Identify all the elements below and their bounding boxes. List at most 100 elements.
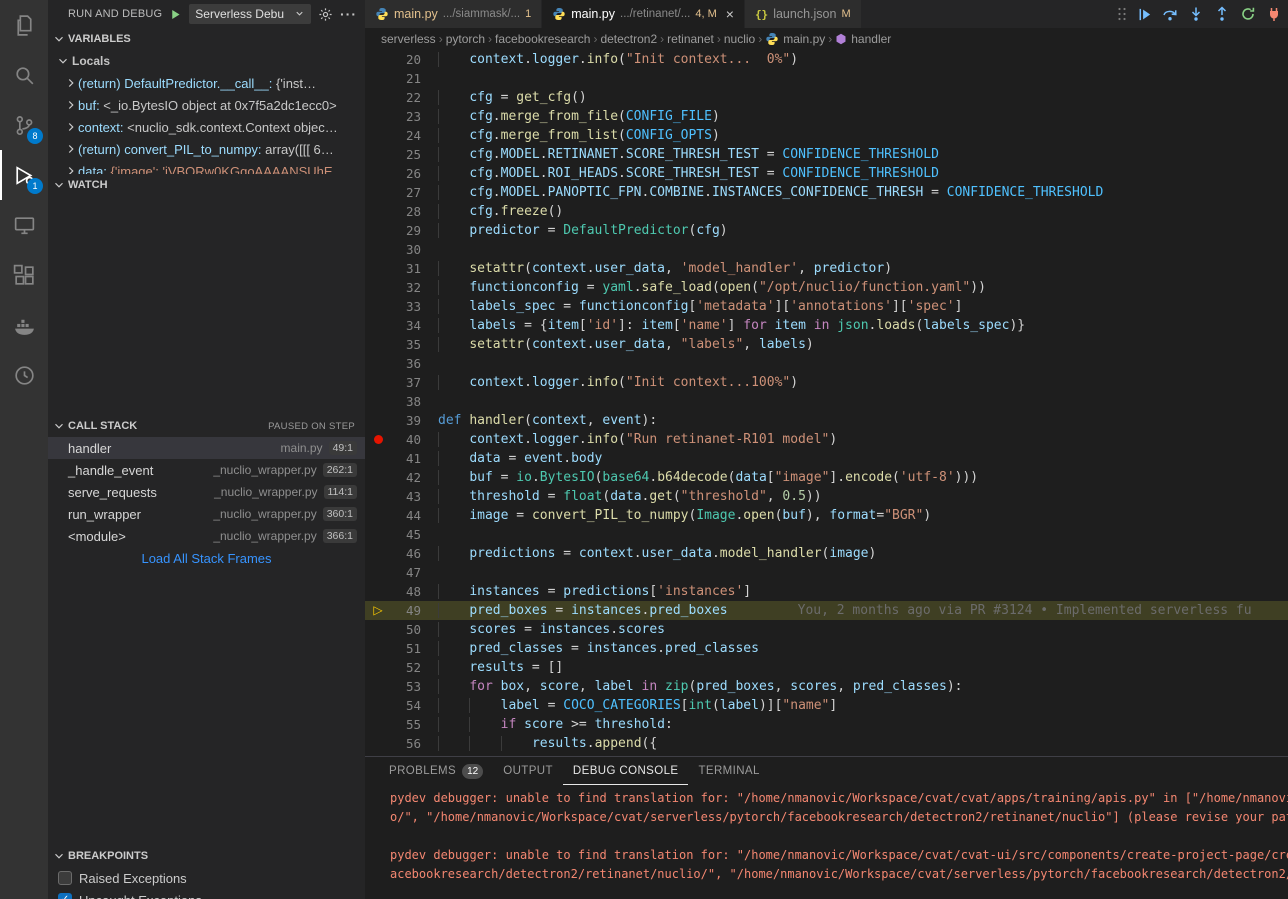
checkbox[interactable]: ✓	[58, 893, 72, 899]
gutter-glyph[interactable]	[365, 677, 391, 696]
breadcrumb-item[interactable]: nuclio	[724, 32, 755, 46]
gutter-glyph[interactable]	[365, 164, 391, 183]
gutter-glyph[interactable]	[365, 126, 391, 145]
gutter-glyph[interactable]	[365, 449, 391, 468]
breakpoint-row[interactable]: Raised Exceptions	[48, 867, 365, 889]
gutter-glyph[interactable]	[365, 50, 391, 69]
gutter-glyph[interactable]	[365, 202, 391, 221]
gutter-glyph[interactable]	[365, 316, 391, 335]
gutter-glyph[interactable]	[365, 88, 391, 107]
gutter-glyph[interactable]	[365, 734, 391, 753]
gutter-glyph[interactable]	[365, 563, 391, 582]
editor-tab[interactable]: main.py.../siammask/...1	[365, 0, 542, 28]
gutter-glyph[interactable]	[365, 69, 391, 88]
gutter-glyph[interactable]	[365, 715, 391, 734]
gutter-glyph[interactable]	[365, 544, 391, 563]
gutter-glyph[interactable]	[365, 658, 391, 677]
breadcrumb-item[interactable]: main.py	[765, 32, 825, 46]
stack-frame-row[interactable]: run_wrapper_nuclio_wrapper.py360:1	[48, 503, 365, 525]
variable-row[interactable]: data: {'image': 'iVBORw0KGgoAAAANSUhE…	[48, 160, 365, 174]
gutter-glyph[interactable]	[365, 335, 391, 354]
chevron-down-icon	[52, 32, 66, 46]
breakpoint-row[interactable]: ✓Uncaught Exceptions	[48, 889, 365, 899]
circle-icon[interactable]	[0, 350, 48, 400]
continue-icon[interactable]	[1137, 7, 1152, 22]
gutter-glyph[interactable]	[365, 145, 391, 164]
gutter-glyph[interactable]	[365, 240, 391, 259]
gutter-glyph[interactable]	[365, 183, 391, 202]
more-actions-icon[interactable]: ···	[340, 6, 357, 22]
editor-tab[interactable]: {}launch.jsonM	[745, 0, 862, 28]
remote-explorer-icon[interactable]	[0, 200, 48, 250]
breadcrumb-item[interactable]: pytorch	[446, 32, 485, 46]
gutter-glyph[interactable]	[365, 696, 391, 715]
breadcrumb-item[interactable]: handler	[835, 32, 891, 46]
step-into-icon[interactable]	[1188, 6, 1204, 22]
gutter-glyph[interactable]: ▷	[365, 601, 391, 620]
gutter-glyph[interactable]	[365, 107, 391, 126]
panel-tab-output[interactable]: OUTPUT	[493, 757, 563, 785]
editor-tab[interactable]: main.py.../retinanet/...4, M×	[542, 0, 745, 28]
gutter-glyph[interactable]	[365, 620, 391, 639]
restart-icon[interactable]	[1240, 6, 1256, 22]
panel-tab-problems[interactable]: PROBLEMS12	[379, 757, 493, 785]
gear-icon[interactable]	[318, 7, 333, 22]
gutter-glyph[interactable]	[365, 430, 391, 449]
call-stack-section-header[interactable]: CALL STACK PAUSED ON STEP	[48, 415, 365, 437]
run-and-debug-icon[interactable]: 1	[0, 150, 48, 200]
gutter-glyph[interactable]	[365, 411, 391, 430]
variable-row[interactable]: (return) convert_PIL_to_numpy: array([[[…	[48, 138, 365, 160]
line-number: 22	[391, 88, 421, 107]
step-over-icon[interactable]	[1162, 6, 1178, 22]
breadcrumb-item[interactable]: serverless	[381, 32, 436, 46]
stack-frame-row[interactable]: handlermain.py49:1	[48, 437, 365, 459]
console-line	[390, 827, 1288, 846]
gutter-glyph[interactable]	[365, 278, 391, 297]
load-all-stack-frames-link[interactable]: Load All Stack Frames	[48, 547, 365, 571]
variable-row[interactable]: buf: <_io.BytesIO object at 0x7f5a2dc1ec…	[48, 94, 365, 116]
docker-icon[interactable]	[0, 300, 48, 350]
gutter-glyph[interactable]	[365, 373, 391, 392]
drag-handle-icon[interactable]	[1117, 6, 1127, 22]
search-icon[interactable]	[0, 50, 48, 100]
debug-config-dropdown[interactable]: Serverless Debu	[189, 4, 311, 24]
gutter-glyph[interactable]	[365, 221, 391, 240]
gutter-glyph[interactable]	[365, 259, 391, 278]
gutter-glyph[interactable]	[365, 582, 391, 601]
code-line: 25 cfg.MODEL.RETINANET.SCORE_THRESH_TEST…	[365, 145, 1288, 164]
variable-row[interactable]: (return) DefaultPredictor.__call__: {'in…	[48, 72, 365, 94]
disconnect-icon[interactable]	[1266, 6, 1282, 22]
frame-position-badge: 360:1	[323, 507, 357, 521]
stack-frame-row[interactable]: <module>_nuclio_wrapper.py366:1	[48, 525, 365, 547]
watch-section-header[interactable]: WATCH	[48, 174, 365, 196]
breadcrumb-item[interactable]: detectron2	[600, 32, 657, 46]
breadcrumb-item[interactable]: facebookresearch	[495, 32, 590, 46]
panel-tab-debug-console[interactable]: DEBUG CONSOLE	[563, 757, 689, 785]
gutter-glyph[interactable]	[365, 506, 391, 525]
stack-frame-row[interactable]: _handle_event_nuclio_wrapper.py262:1	[48, 459, 365, 481]
gutter-glyph[interactable]	[365, 525, 391, 544]
gutter-glyph[interactable]	[365, 468, 391, 487]
start-debug-icon[interactable]	[169, 8, 182, 21]
code-line: 37 context.logger.info("Init context...1…	[365, 373, 1288, 392]
variable-row[interactable]: context: <nuclio_sdk.context.Context obj…	[48, 116, 365, 138]
breakpoints-section-header[interactable]: BREAKPOINTS	[48, 845, 365, 867]
checkbox[interactable]	[58, 871, 72, 885]
step-out-icon[interactable]	[1214, 6, 1230, 22]
gutter-glyph[interactable]	[365, 354, 391, 373]
gutter-glyph[interactable]	[365, 297, 391, 316]
gutter-glyph[interactable]	[365, 639, 391, 658]
source-control-icon[interactable]: 8	[0, 100, 48, 150]
explorer-icon[interactable]	[0, 0, 48, 50]
close-tab-icon[interactable]: ×	[726, 7, 734, 21]
extensions-icon[interactable]	[0, 250, 48, 300]
variables-section-header[interactable]: VARIABLES	[48, 28, 365, 50]
panel-tab-terminal[interactable]: TERMINAL	[688, 757, 769, 785]
breadcrumb-item[interactable]: retinanet	[667, 32, 714, 46]
gutter-glyph[interactable]	[365, 392, 391, 411]
console-line: pydev debugger: unable to find translati…	[390, 846, 1288, 865]
scope-locals[interactable]: Locals	[48, 50, 365, 72]
stack-frame-row[interactable]: serve_requests_nuclio_wrapper.py114:1	[48, 481, 365, 503]
code-line: 28 cfg.freeze()	[365, 202, 1288, 221]
gutter-glyph[interactable]	[365, 487, 391, 506]
